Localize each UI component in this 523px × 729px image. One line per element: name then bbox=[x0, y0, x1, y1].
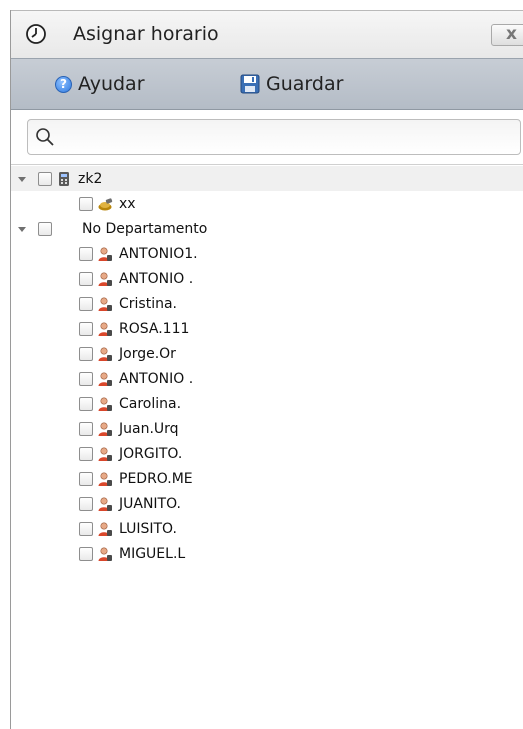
tree-checkbox[interactable] bbox=[38, 221, 52, 236]
tree-node-label: No Departamento bbox=[82, 220, 208, 237]
tree-node-label: zk2 bbox=[78, 170, 103, 187]
tree-checkbox[interactable] bbox=[38, 171, 52, 186]
tree-node-label: ANTONIO1. bbox=[119, 245, 198, 262]
user-icon bbox=[98, 546, 112, 561]
user-icon bbox=[98, 321, 112, 336]
tree-node-user[interactable]: LUISITO. bbox=[11, 516, 523, 541]
tree-node-user[interactable]: JUANITO. bbox=[11, 491, 523, 516]
close-button[interactable]: x bbox=[491, 24, 523, 46]
toolbar: ? Ayudar Guardar bbox=[11, 58, 523, 110]
device-icon bbox=[59, 171, 69, 186]
window-title: Asignar horario bbox=[73, 23, 219, 45]
user-icon bbox=[98, 396, 112, 411]
search-divider bbox=[11, 164, 523, 165]
user-icon bbox=[98, 421, 112, 436]
tree-node-user[interactable]: Juan.Urq bbox=[11, 416, 523, 441]
tree-node-no-departamento[interactable]: No Departamento bbox=[11, 216, 523, 241]
floppy-disk-icon bbox=[240, 74, 260, 94]
tree-node-label: JORGITO. bbox=[119, 445, 183, 462]
tree-node-label: JUANITO. bbox=[119, 495, 182, 512]
tree-checkbox[interactable] bbox=[79, 546, 93, 561]
tree-node-label: Cristina. bbox=[119, 295, 177, 312]
help-icon: ? bbox=[55, 75, 72, 93]
tree-checkbox[interactable] bbox=[79, 296, 93, 311]
tree-checkbox[interactable] bbox=[79, 446, 93, 461]
search-input[interactable] bbox=[62, 126, 506, 150]
tree-node-label: Juan.Urq bbox=[119, 420, 179, 437]
tree-checkbox[interactable] bbox=[79, 321, 93, 336]
user-icon bbox=[98, 246, 112, 261]
department-tree: zk2 xx No Departamento ANTONIO1. ANTONIO … bbox=[11, 166, 523, 566]
tree-node-user[interactable]: Jorge.Or bbox=[11, 341, 523, 366]
folder-icon bbox=[98, 197, 113, 210]
tree-node-label: ANTONIO . bbox=[119, 370, 194, 387]
tree-checkbox[interactable] bbox=[79, 371, 93, 386]
tree-checkbox[interactable] bbox=[79, 271, 93, 286]
clock-icon bbox=[26, 24, 46, 44]
user-icon bbox=[98, 521, 112, 536]
tree-node-label: LUISITO. bbox=[119, 520, 177, 537]
tree-node-user[interactable]: MIGUEL.L bbox=[11, 541, 523, 566]
user-icon bbox=[98, 496, 112, 511]
tree-node-user[interactable]: Carolina. bbox=[11, 391, 523, 416]
tree-node-user[interactable]: PEDRO.ME bbox=[11, 466, 523, 491]
window-titlebar: Asignar horario x bbox=[11, 10, 523, 58]
close-icon: x bbox=[506, 24, 517, 44]
tree-checkbox[interactable] bbox=[79, 246, 93, 261]
user-icon bbox=[98, 346, 112, 361]
user-icon bbox=[98, 471, 112, 486]
user-list: ANTONIO1. ANTONIO . Cristina. ROSA.111 Jorge… bbox=[11, 241, 523, 566]
tree-checkbox[interactable] bbox=[79, 496, 93, 511]
tree-node-user[interactable]: ANTONIO1. bbox=[11, 241, 523, 266]
tree-node-zk2[interactable]: zk2 bbox=[11, 166, 523, 191]
tree-node-label: Carolina. bbox=[119, 395, 182, 412]
tree-checkbox[interactable] bbox=[79, 346, 93, 361]
tree-node-label: ANTONIO . bbox=[119, 270, 194, 287]
user-icon bbox=[98, 296, 112, 311]
chevron-down-icon[interactable] bbox=[16, 223, 28, 235]
save-button[interactable]: Guardar bbox=[240, 72, 343, 96]
chevron-down-icon[interactable] bbox=[16, 173, 28, 185]
tree-node-label: MIGUEL.L bbox=[119, 545, 186, 562]
tree-checkbox[interactable] bbox=[79, 421, 93, 436]
user-icon bbox=[98, 271, 112, 286]
save-button-label: Guardar bbox=[266, 73, 344, 95]
tree-checkbox[interactable] bbox=[79, 196, 93, 211]
search-icon bbox=[36, 128, 54, 146]
user-icon bbox=[98, 371, 112, 386]
tree-node-user[interactable]: ROSA.111 bbox=[11, 316, 523, 341]
tree-node-label: xx bbox=[119, 195, 136, 212]
user-icon bbox=[98, 446, 112, 461]
tree-node-label: PEDRO.ME bbox=[119, 470, 193, 487]
tree-node-user[interactable]: ANTONIO . bbox=[11, 266, 523, 291]
tree-node-user[interactable]: ANTONIO . bbox=[11, 366, 523, 391]
help-button[interactable]: ? Ayudar bbox=[55, 72, 145, 96]
tree-node-label: Jorge.Or bbox=[119, 345, 176, 362]
tree-node-label: ROSA.111 bbox=[119, 320, 190, 337]
tree-checkbox[interactable] bbox=[79, 521, 93, 536]
help-button-label: Ayudar bbox=[78, 73, 145, 95]
tree-node-user[interactable]: JORGITO. bbox=[11, 441, 523, 466]
tree-checkbox[interactable] bbox=[79, 396, 93, 411]
tree-node-xx[interactable]: xx bbox=[11, 191, 523, 216]
tree-checkbox[interactable] bbox=[79, 471, 93, 486]
tree-node-user[interactable]: Cristina. bbox=[11, 291, 523, 316]
search-box bbox=[27, 119, 521, 155]
